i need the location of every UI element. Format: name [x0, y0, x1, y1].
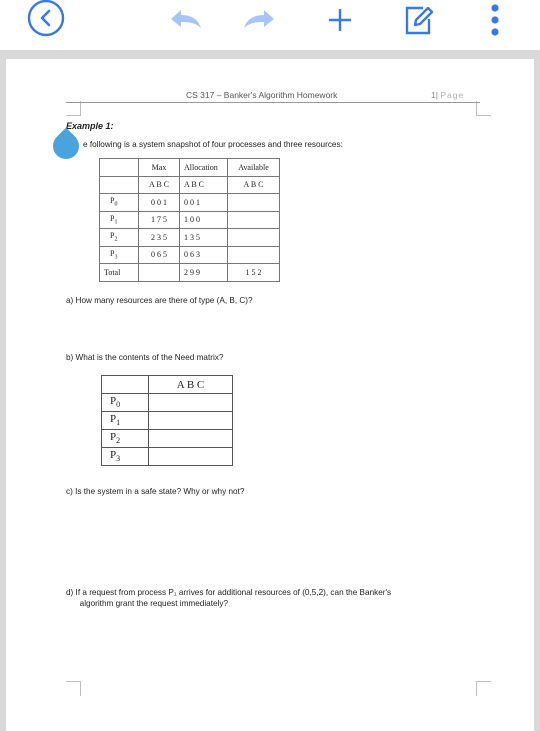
header-cell: Max: [138, 158, 180, 177]
process-cell: P2: [99, 228, 139, 247]
max-cell: [138, 263, 180, 282]
available-cell: [227, 193, 280, 212]
undo-button[interactable]: [160, 0, 210, 40]
table-row: P0 0 0 1 0 0 1: [99, 193, 280, 212]
margin-marker: [476, 101, 491, 116]
process-cell: P1: [101, 411, 149, 430]
edit-icon: [405, 6, 434, 35]
allocation-cell: 0 6 3: [179, 245, 228, 264]
snapshot-table: Max Allocation Available A B C A B C A B…: [99, 158, 280, 282]
table-row: P0: [101, 393, 233, 412]
max-cell: 1 7 5: [138, 210, 180, 229]
header-cell: [101, 375, 149, 394]
redo-icon: [244, 10, 274, 28]
header-title: CS 317 – Banker's Algorithm Homework: [186, 90, 338, 100]
question-d: d) If a request from process P₁ arrives …: [66, 587, 391, 609]
back-icon: [27, 0, 65, 37]
selection-handle[interactable]: [47, 127, 85, 165]
page-word: Page: [440, 90, 465, 100]
question-d-line: d) If a request from process P₁ arrives …: [66, 588, 392, 597]
available-cell: [227, 245, 280, 264]
process-cell: P1: [99, 210, 139, 229]
need-matrix-table: A B C P0 P1 P2 P3: [101, 375, 233, 466]
table-row: P1: [101, 411, 233, 430]
margin-marker: [476, 681, 491, 696]
need-cell: [148, 447, 233, 466]
add-button[interactable]: [320, 0, 360, 40]
table-subheader-row: A B C A B C A B C: [99, 175, 280, 194]
process-cell: P3: [101, 447, 149, 466]
allocation-cell: 1 3 5: [179, 228, 228, 247]
subheader-cell: A B C: [227, 175, 280, 194]
add-icon: [329, 9, 351, 31]
example-title: Example 1:: [66, 121, 114, 131]
need-cell: [148, 393, 233, 412]
available-total-cell: 1 5 2: [227, 263, 280, 282]
header-rule: [66, 102, 480, 103]
back-button[interactable]: [22, 0, 70, 40]
margin-marker: [66, 681, 81, 696]
subheader-cell: A B C: [138, 175, 180, 194]
header-cell: A B C: [148, 375, 233, 394]
more-icon: [491, 4, 499, 36]
table-row: P3 0 6 5 0 6 3: [99, 245, 280, 264]
table-row: P1 1 7 5 1 0 0: [99, 210, 280, 229]
edit-button[interactable]: [398, 0, 438, 40]
header-cell: Allocation: [179, 158, 228, 177]
need-cell: [148, 411, 233, 430]
max-cell: 0 0 1: [138, 193, 180, 212]
process-cell: P3: [99, 245, 139, 264]
more-button[interactable]: [480, 0, 510, 40]
process-cell: P2: [101, 429, 149, 448]
table-total-row: Total 2 9 9 1 5 2: [99, 263, 280, 282]
subheader-cell: [99, 175, 139, 194]
question-d-line: algorithm grant the request immediately?: [66, 599, 229, 608]
total-label: Total: [99, 263, 139, 282]
process-cell: P0: [99, 193, 139, 212]
header-cell: [99, 158, 139, 177]
page-separator: |: [435, 90, 438, 100]
intro-text: e following is a system snapshot of four…: [83, 140, 343, 149]
table-header-row: Max Allocation Available: [99, 158, 280, 177]
question-c: c) Is the system in a safe state? Why or…: [66, 487, 245, 496]
table-row: P2: [101, 429, 233, 448]
header-page-number: 1| Page: [431, 90, 464, 100]
subheader-cell: A B C: [179, 175, 228, 194]
process-cell: P0: [101, 393, 149, 412]
allocation-cell: 1 0 0: [179, 210, 228, 229]
app-toolbar: [0, 0, 540, 50]
table-header-row: A B C: [101, 375, 233, 394]
available-cell: [227, 210, 280, 229]
need-cell: [148, 429, 233, 448]
max-cell: 0 6 5: [138, 245, 180, 264]
max-cell: 2 3 5: [138, 228, 180, 247]
header-cell: Available: [227, 158, 280, 177]
table-row: P3: [101, 447, 233, 466]
allocation-total-cell: 2 9 9: [179, 263, 228, 282]
margin-marker: [66, 101, 81, 116]
available-cell: [227, 228, 280, 247]
allocation-cell: 0 0 1: [179, 193, 228, 212]
document-page: CS 317 – Banker's Algorithm Homework 1| …: [6, 59, 534, 731]
table-row: P2 2 3 5 1 3 5: [99, 228, 280, 247]
question-b: b) What is the contents of the Need matr…: [66, 353, 224, 362]
redo-button[interactable]: [235, 0, 285, 40]
question-a: a) How many resources are there of type …: [66, 296, 253, 305]
undo-icon: [171, 10, 201, 28]
